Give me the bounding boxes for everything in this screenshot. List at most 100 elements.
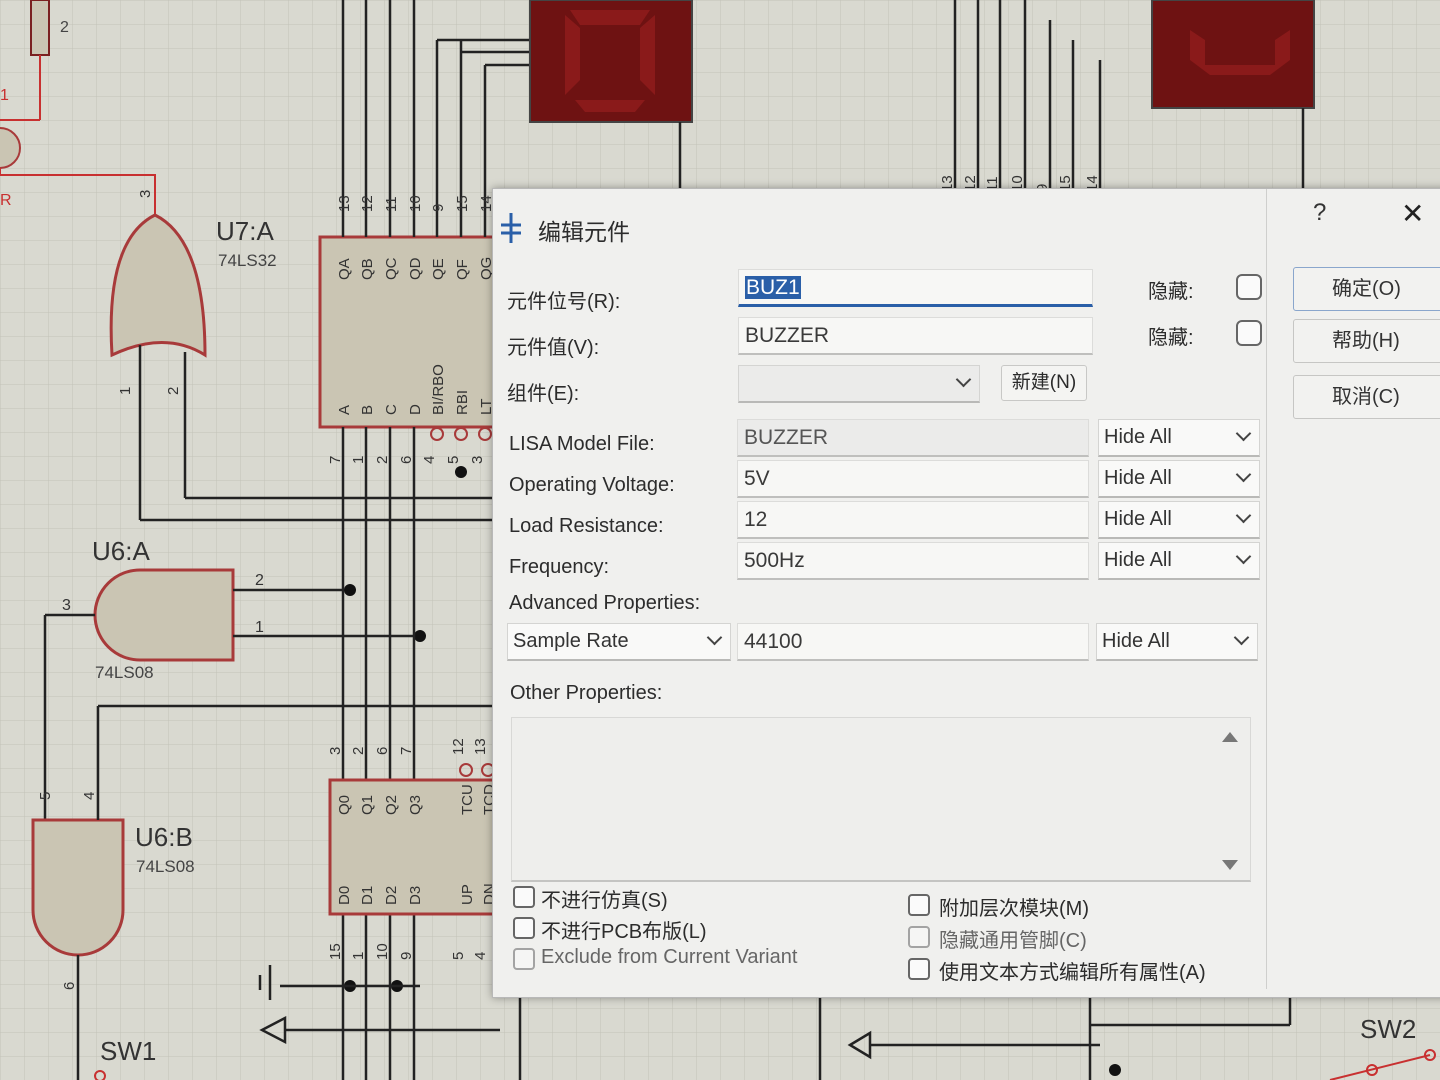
- chip-pin-label: QC: [383, 257, 400, 280]
- chip-pin-label: D2: [383, 886, 400, 905]
- component-ref: U6:A: [92, 536, 150, 566]
- property-visibility-value: Hide All: [1104, 508, 1172, 530]
- advanced-value-input[interactable]: 44100: [737, 623, 1089, 661]
- close-icon[interactable]: ✕: [1401, 197, 1424, 230]
- option-checkbox[interactable]: [908, 958, 930, 980]
- chip-pin-label: 4: [472, 952, 489, 960]
- chip-pin-label: Q1: [359, 795, 376, 815]
- pin-number: 4: [81, 792, 98, 800]
- hide-ref-checkbox[interactable]: [1236, 274, 1262, 300]
- chip-pin-label: Q2: [383, 795, 400, 815]
- chip-pin-label: BI/RBO: [430, 364, 447, 415]
- pin-number: 2: [60, 19, 69, 36]
- other-properties-textarea[interactable]: [511, 717, 1251, 882]
- ok-button[interactable]: 确定(O): [1293, 267, 1440, 311]
- chip-pin-label: 4: [421, 456, 438, 464]
- property-value-input[interactable]: 12: [737, 501, 1089, 539]
- hide-value-checkbox[interactable]: [1236, 320, 1262, 346]
- property-value-input[interactable]: BUZZER: [737, 419, 1089, 457]
- chip-pin-label: A: [336, 405, 353, 415]
- component-icon: [499, 211, 523, 245]
- chip-pin-label: D1: [359, 886, 376, 905]
- scroll-down-icon[interactable]: [1222, 860, 1238, 870]
- chip-pin-label: 5: [445, 456, 462, 464]
- seven-segment-display-1[interactable]: [529, 0, 693, 123]
- option-checkbox[interactable]: [513, 948, 535, 970]
- option-label: 附加层次模块(M): [939, 898, 1089, 920]
- chevron-down-icon: [955, 371, 972, 388]
- component-part: 74LS08: [95, 663, 154, 682]
- help-icon[interactable]: ?: [1313, 199, 1326, 227]
- cancel-button[interactable]: 取消(C): [1293, 375, 1440, 419]
- chip-pin-label: 3: [327, 747, 344, 755]
- component-ref: U6:B: [135, 822, 193, 852]
- chip-pin-label: RBI: [454, 390, 471, 415]
- option-label: 不进行PCB布版(L): [541, 921, 707, 943]
- property-label: LISA Model File:: [509, 433, 655, 455]
- property-value-input[interactable]: 5V: [737, 460, 1089, 498]
- chip-pin-label: 2: [350, 747, 367, 755]
- property-visibility-select[interactable]: Hide All: [1098, 501, 1260, 539]
- dialog-divider: [1266, 189, 1267, 989]
- chip-pin-label: C: [383, 404, 400, 415]
- pin-number: 2: [255, 572, 264, 589]
- chevron-down-icon: [706, 629, 723, 646]
- ref-input-value: BUZ1: [745, 276, 801, 299]
- group-select[interactable]: [738, 365, 980, 403]
- chip-pin-label: 3: [469, 456, 486, 464]
- property-visibility-select[interactable]: Hide All: [1098, 460, 1260, 498]
- chip-pin-label: 12: [450, 738, 467, 755]
- option-checkbox[interactable]: [513, 917, 535, 939]
- chip-pin-label: 7: [398, 747, 415, 755]
- advanced-property-name: Sample Rate: [513, 630, 629, 652]
- dialog-title: 编辑元件: [538, 219, 630, 245]
- property-visibility-value: Hide All: [1104, 549, 1172, 571]
- scroll-up-icon[interactable]: [1222, 732, 1238, 742]
- chip-pin-label: 12: [359, 195, 376, 212]
- property-visibility-value: Hide All: [1104, 467, 1172, 489]
- help-button[interactable]: 帮助(H): [1293, 319, 1440, 363]
- seven-segment-display-2[interactable]: [1151, 0, 1315, 109]
- new-button[interactable]: 新建(N): [1001, 365, 1087, 401]
- chip-pin-label: TCU: [459, 784, 476, 815]
- option-label: 隐藏通用管脚(C): [939, 930, 1087, 952]
- value-label: 元件值(V):: [507, 337, 600, 359]
- chip-pin-label: 10: [374, 943, 391, 960]
- pin-number: 1: [117, 387, 134, 395]
- pin-number: 3: [137, 190, 154, 198]
- chevron-down-icon: [1235, 507, 1252, 524]
- chevron-down-icon: [1235, 425, 1252, 442]
- chip-pin-label: D3: [407, 886, 424, 905]
- chevron-down-icon: [1235, 548, 1252, 565]
- option-checkbox[interactable]: [513, 886, 535, 908]
- chip-pin-label: 10: [407, 195, 424, 212]
- pin-number: 2: [165, 387, 182, 395]
- chip-pin-label: Q3: [407, 795, 424, 815]
- chip-pin-label: 7: [327, 456, 344, 464]
- property-value-input[interactable]: 500Hz: [737, 542, 1089, 580]
- chip-pin-label: 13: [336, 195, 353, 212]
- chip-pin-label: 9: [430, 204, 447, 212]
- property-visibility-value: Hide All: [1104, 426, 1172, 448]
- chip-pin-label: 15: [454, 195, 471, 212]
- chip-pin-label: 6: [374, 747, 391, 755]
- advanced-property-select[interactable]: Sample Rate: [507, 623, 731, 661]
- group-label: 组件(E):: [507, 383, 580, 405]
- switch-label: SW1: [100, 1036, 156, 1066]
- advanced-visibility-select[interactable]: Hide All: [1096, 623, 1258, 661]
- chip-pin-label: 11: [383, 196, 400, 212]
- chip-pin-label: QF: [454, 259, 471, 280]
- chip-pin-label: QD: [407, 257, 424, 280]
- ref-input[interactable]: BUZ1: [738, 269, 1093, 307]
- advanced-visibility-value: Hide All: [1102, 630, 1170, 652]
- option-checkbox[interactable]: [908, 894, 930, 916]
- chip-pin-label: 2: [374, 456, 391, 464]
- chip-pin-label: UP: [459, 884, 476, 905]
- ref-label: 元件位号(R):: [507, 291, 621, 313]
- property-visibility-select[interactable]: Hide All: [1098, 419, 1260, 457]
- other-properties-label: Other Properties:: [510, 682, 663, 704]
- chevron-down-icon: [1235, 466, 1252, 483]
- value-input[interactable]: BUZZER: [738, 317, 1093, 355]
- property-visibility-select[interactable]: Hide All: [1098, 542, 1260, 580]
- option-checkbox[interactable]: [908, 926, 930, 948]
